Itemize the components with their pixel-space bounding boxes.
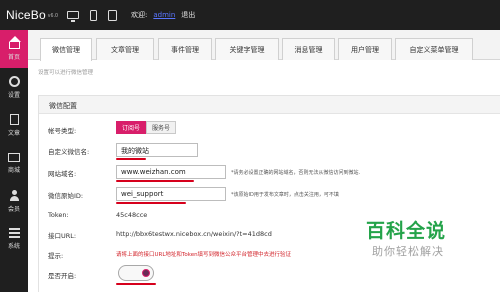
annotation-underline bbox=[116, 283, 156, 285]
account-type-selector: 订阅号 服务号 bbox=[116, 121, 177, 134]
site-domain-label: 网站域名: bbox=[48, 170, 77, 178]
site-domain-hint: *请务必设置正确的网站域名，否则无法从微信访问到微站. bbox=[231, 170, 361, 176]
account-type-label: 帐号类型: bbox=[48, 127, 77, 135]
tab-bar: 微信管理 文章管理 事件管理 关键字管理 消息管理 用户管理 自定义菜单管理 bbox=[28, 30, 500, 61]
sidebar-item-mall[interactable]: 商城 bbox=[0, 144, 28, 182]
original-id-label: 微信原始ID: bbox=[48, 192, 84, 200]
tab-keywords[interactable]: 关键字管理 bbox=[215, 38, 279, 60]
annotation-underline bbox=[116, 202, 186, 204]
panel-header: 微信配置 bbox=[39, 96, 500, 114]
phone-icon[interactable] bbox=[90, 9, 97, 21]
annotation-underline bbox=[116, 158, 146, 160]
toggle-knob bbox=[142, 269, 150, 277]
sidebar-item-articles[interactable]: 文章 bbox=[0, 106, 28, 144]
watermark-title: 百科全说 bbox=[366, 220, 447, 242]
top-bar: NiceBo v6.0 欢迎: admin 退出 bbox=[0, 0, 500, 30]
home-icon bbox=[8, 35, 21, 49]
sidebar-item-label: 系统 bbox=[7, 243, 20, 250]
welcome-text: 欢迎: bbox=[131, 11, 148, 19]
tab-wechat[interactable]: 微信管理 bbox=[40, 38, 92, 61]
panel-title: 微信配置 bbox=[49, 102, 77, 110]
custom-name-input[interactable]: 我的微站 bbox=[116, 143, 198, 157]
enabled-label: 是否开启: bbox=[48, 272, 77, 280]
tab-articles[interactable]: 文章管理 bbox=[96, 38, 154, 60]
tablet-icon[interactable] bbox=[108, 9, 117, 21]
mail-icon bbox=[8, 152, 20, 162]
custom-name-label: 自定义微信名: bbox=[48, 148, 90, 156]
account-type-subscription[interactable]: 订阅号 bbox=[116, 121, 147, 134]
sidebar-item-label: 设置 bbox=[7, 91, 20, 99]
sidebar-item-label: 会员 bbox=[7, 205, 20, 213]
grid-icon bbox=[8, 228, 20, 238]
enabled-toggle[interactable] bbox=[118, 265, 154, 281]
user-icon bbox=[9, 189, 20, 201]
logo-text: NiceBo bbox=[6, 8, 46, 22]
sidebar-item-settings[interactable]: 设置 bbox=[0, 68, 28, 106]
tab-users[interactable]: 用户管理 bbox=[338, 38, 392, 60]
tab-messages[interactable]: 消息管理 bbox=[282, 38, 335, 60]
sidebar-item-label: 商城 bbox=[7, 166, 20, 174]
site-domain-input[interactable]: www.weizhan.com bbox=[116, 165, 226, 179]
version-label: v6.0 bbox=[47, 12, 59, 19]
app-logo[interactable]: NiceBo v6.0 bbox=[0, 8, 58, 22]
interface-url-value: http://bbx6testwx.nicebox.cn/weixin/?t=4… bbox=[116, 230, 272, 238]
token-value: 45c48cce bbox=[116, 211, 148, 219]
tip-label: 提示: bbox=[48, 252, 64, 260]
tab-custom-menu[interactable]: 自定义菜单管理 bbox=[395, 38, 473, 60]
sidebar-item-home[interactable]: 首页 bbox=[0, 30, 28, 68]
account-type-service[interactable]: 服务号 bbox=[146, 121, 177, 134]
logout-link[interactable]: 退出 bbox=[181, 10, 195, 20]
tab-events[interactable]: 事件管理 bbox=[158, 38, 212, 60]
username-link[interactable]: admin bbox=[153, 11, 175, 19]
sidebar-item-system[interactable]: 系统 bbox=[0, 220, 28, 258]
original-id-hint: *该原始ID用于发布文章时，点击关注用，可不填 bbox=[231, 192, 339, 198]
sidebar-item-label: 文章 bbox=[7, 129, 20, 137]
annotation-underline bbox=[116, 180, 194, 182]
sidebar: 首页 设置 文章 商城 会员 系统 bbox=[0, 30, 28, 292]
tip-warning: 请将上面的接口URL地址和Token填写到微信公众平台管理中去进行验证 bbox=[116, 252, 292, 258]
sidebar-item-members[interactable]: 会员 bbox=[0, 182, 28, 220]
token-label: Token: bbox=[48, 211, 69, 219]
sidebar-item-label: 首页 bbox=[7, 53, 20, 61]
interface-url-label: 接口URL: bbox=[48, 232, 77, 240]
document-icon bbox=[9, 113, 19, 125]
breadcrumb: 设置可以进行微信管理 bbox=[38, 70, 94, 76]
monitor-icon[interactable] bbox=[67, 11, 79, 22]
gear-icon bbox=[8, 75, 20, 87]
watermark-subtitle: 助你轻松解决 bbox=[372, 245, 444, 258]
original-id-input[interactable]: wei_support bbox=[116, 187, 226, 201]
